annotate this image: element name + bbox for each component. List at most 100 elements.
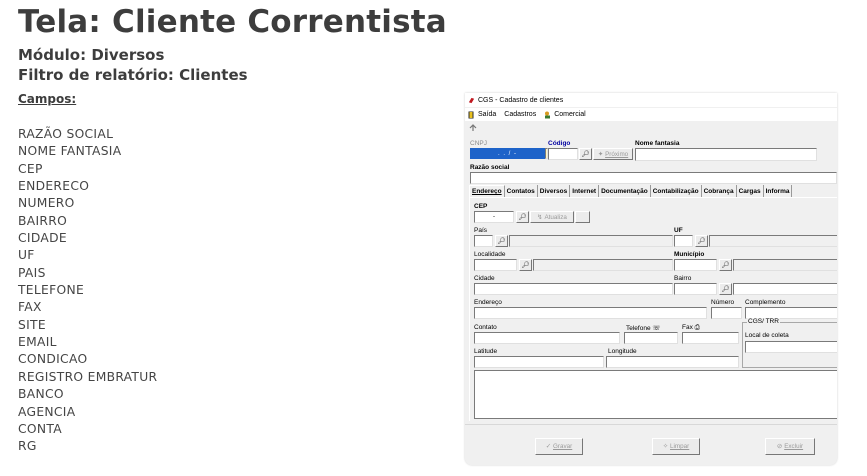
blank-button[interactable]	[575, 211, 590, 223]
neighborhood-search-button[interactable]: 🔎︎	[719, 283, 732, 295]
delivery-input[interactable]	[745, 341, 837, 353]
arrow-icon[interactable]	[468, 123, 478, 133]
module-subtitle: Módulo: Diversos	[18, 46, 165, 64]
corporate-name-label: Razão social	[470, 164, 510, 171]
locality-code-input[interactable]	[474, 259, 517, 271]
client-register-window: CGS - Cadastro de clientes Saída Cadastr…	[465, 93, 837, 465]
neighborhood-code-input[interactable]	[674, 283, 717, 295]
menubar: Saída Cadastros Comercial	[465, 108, 837, 121]
cep-input[interactable]: -	[474, 211, 514, 223]
notes-memo[interactable]	[474, 370, 837, 419]
update-button-label: Atualiza	[544, 213, 567, 221]
delete-button[interactable]: ⊘ Excluir	[765, 438, 815, 455]
next-button[interactable]: ✦ Próximo	[593, 148, 633, 160]
address-input[interactable]	[474, 307, 707, 319]
uf-input[interactable]	[674, 235, 693, 247]
locality-name-field	[533, 259, 673, 271]
plus-icon: ✦	[597, 150, 604, 158]
field-item: EMAIL	[18, 335, 57, 350]
neighborhood-name-input[interactable]	[733, 283, 837, 295]
lightning-icon: ↯	[537, 213, 543, 221]
field-item: REGISTRO EMBRATUR	[18, 369, 158, 384]
menu-exit[interactable]: Saída	[468, 111, 496, 119]
code-input[interactable]	[548, 148, 578, 160]
locality-label: Localidade	[474, 251, 506, 258]
menu-commercial-label: Comercial	[554, 111, 586, 118]
tab-contatos[interactable]: Contatos	[505, 185, 538, 197]
binoculars-icon: 🔎︎	[521, 262, 530, 269]
menu-registers-label: Cadastros	[504, 111, 537, 118]
filter-subtitle: Filtro de relatório: Clientes	[18, 66, 248, 84]
municipality-name-field	[733, 259, 837, 271]
locality-search-button[interactable]: 🔎︎	[519, 259, 532, 271]
field-item: CONTA	[18, 421, 62, 436]
next-button-label: Próximo	[605, 150, 629, 158]
fax-icon: ⎙	[694, 324, 700, 331]
fantasy-name-input[interactable]	[635, 148, 817, 161]
city-input[interactable]	[474, 283, 673, 295]
contact-input[interactable]	[474, 332, 620, 344]
tab-endereco[interactable]: Endereço	[469, 185, 505, 197]
municipality-label: Município	[674, 251, 705, 258]
cep-label: CEP	[474, 203, 488, 210]
municipality-search-button[interactable]: 🔎︎	[719, 259, 732, 271]
field-item: NOME FANTASIA	[18, 144, 122, 159]
binoculars-icon: 🔎︎	[697, 238, 706, 245]
field-item: PAIS	[18, 265, 46, 280]
phone-input[interactable]	[624, 332, 678, 344]
complement-label: Complemento	[745, 299, 786, 306]
contact-label: Contato	[474, 324, 497, 331]
field-item: RAZÃO SOCIAL	[18, 127, 114, 141]
tab-contabilizacao[interactable]: Contabilização	[651, 185, 702, 197]
delivery-label: Local de coleta	[745, 332, 789, 339]
field-item: BANCO	[18, 387, 64, 402]
longitude-label: Longitude	[608, 348, 637, 355]
delete-button-label: Excluir	[784, 443, 804, 450]
country-name-field	[509, 235, 673, 247]
update-button[interactable]: ↯ Atualiza	[530, 211, 574, 223]
phone-label-text: Telefone	[626, 325, 651, 332]
fax-label-text: Fax	[682, 324, 693, 331]
cnpj-input[interactable]: . . / -	[470, 148, 545, 159]
neighborhood-label: Bairro	[674, 275, 692, 282]
tab-informa[interactable]: Informa	[764, 185, 793, 197]
country-code-input[interactable]	[474, 235, 493, 247]
tab-documentacao[interactable]: Documentação	[599, 185, 651, 197]
number-input[interactable]	[711, 307, 742, 319]
fantasy-name-label: Nome fantasia	[635, 140, 680, 147]
uf-search-button[interactable]: 🔎︎	[695, 235, 708, 247]
phone-label: Telefone ☏	[626, 324, 661, 332]
save-button-label: Gravar	[553, 443, 573, 450]
field-item: CEP	[18, 161, 43, 176]
tab-cobranca[interactable]: Cobrança	[702, 185, 737, 197]
menu-registers[interactable]: Cadastros	[504, 111, 536, 118]
field-item: CONDICAO	[18, 352, 88, 367]
code-search-button[interactable]: 🔎︎	[579, 148, 592, 160]
field-item: CIDADE	[18, 231, 67, 246]
menu-commercial[interactable]: Comercial	[544, 111, 586, 119]
delete-icon: ⊘	[776, 443, 783, 450]
latitude-label: Latitude	[474, 348, 498, 355]
fax-label: Fax ⎙	[682, 324, 700, 332]
longitude-input[interactable]	[606, 356, 739, 368]
number-label: Número	[711, 299, 735, 306]
corporate-name-input[interactable]	[470, 172, 837, 184]
binoculars-icon: 🔎︎	[518, 214, 527, 221]
field-item: AGENCIA	[18, 404, 76, 419]
save-button[interactable]: ✓ Gravar	[535, 438, 583, 455]
action-bar: ✓ Gravar ✧ Limpar ⊘ Excluir	[465, 424, 837, 465]
tab-internet[interactable]: Internet	[570, 185, 600, 197]
tab-diversos[interactable]: Diversos	[538, 185, 571, 197]
binoculars-icon: 🔎︎	[721, 286, 730, 293]
cgs-trr-group-label: CGS/ TRR	[747, 318, 780, 325]
cep-search-button[interactable]: 🔎︎	[516, 211, 529, 223]
municipality-code-input[interactable]	[674, 259, 717, 271]
latitude-input[interactable]	[474, 356, 604, 368]
country-search-button[interactable]: 🔎︎	[495, 235, 508, 247]
tab-cargas[interactable]: Cargas	[737, 185, 764, 197]
binoculars-icon: 🔎︎	[581, 151, 590, 158]
field-item: ENDERECO	[18, 179, 90, 194]
clear-button[interactable]: ✧ Limpar	[652, 438, 700, 455]
fax-input[interactable]	[682, 332, 739, 344]
menu-exit-label: Saída	[478, 111, 497, 118]
